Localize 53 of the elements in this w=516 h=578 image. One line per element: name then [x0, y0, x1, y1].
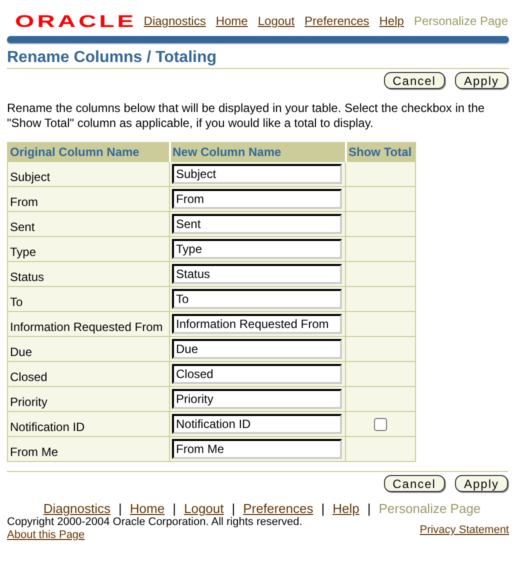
action-button[interactable]: Cancel	[384, 72, 445, 89]
nav-link[interactable]: Help	[379, 14, 404, 28]
column-header: Show Total	[346, 142, 416, 162]
nav-link[interactable]: Home	[216, 14, 248, 28]
column-name-field[interactable]: Due	[172, 339, 342, 359]
table-cell: Priority	[8, 386, 170, 412]
column-name-field[interactable]: To	[172, 289, 342, 309]
page-title: Rename Columns / Totaling	[7, 49, 218, 67]
table-cell: Due	[8, 336, 170, 362]
table-cell: To	[8, 286, 170, 312]
copyright-text: Copyright 2000-2004 Oracle Corporation. All rights reserved.	[7, 516, 302, 529]
column-name-field[interactable]: Sent	[172, 214, 342, 234]
action-button[interactable]: Cancel	[384, 475, 445, 492]
about-link[interactable]: About this Page	[7, 529, 85, 542]
table-cell: Type	[8, 236, 170, 262]
column-name-field[interactable]: Status	[172, 264, 342, 284]
footer-link[interactable]: Preferences	[243, 501, 314, 516]
logo: ORACLE	[15, 11, 136, 32]
action-button[interactable]: Apply	[454, 475, 508, 492]
column-name-field[interactable]: From	[172, 189, 342, 209]
action-button[interactable]: Apply	[454, 72, 508, 89]
separator: |	[232, 501, 236, 516]
table-cell: Status	[8, 262, 170, 286]
table-cell: Notification ID	[8, 412, 170, 436]
separator: |	[172, 501, 176, 516]
separator: |	[321, 501, 325, 516]
column-name-field[interactable]: Type	[172, 239, 342, 259]
column-name-field[interactable]: Closed	[172, 364, 342, 384]
instructions: Rename the columns below that will be displayed in your table. Select the checkbox in the "Show Total" column as applicable, if you would like a total to display.	[7, 101, 486, 131]
show-total-checkbox[interactable]	[374, 418, 387, 432]
nav-link[interactable]: Preferences	[304, 14, 370, 28]
footer-link[interactable]: Logout	[184, 501, 224, 516]
column-name-field[interactable]: Notification ID	[172, 414, 342, 434]
nav-link[interactable]: Diagnostics	[144, 14, 206, 28]
separator: |	[118, 501, 122, 516]
table-cell: From	[8, 186, 170, 212]
footer-link[interactable]: Diagnostics	[43, 501, 111, 516]
column-name-field[interactable]: Subject	[172, 164, 342, 184]
column-header: Original Column Name	[8, 142, 170, 162]
table-cell: Information Requested From	[8, 312, 170, 336]
table-cell: Sent	[8, 212, 170, 236]
separator: |	[367, 501, 371, 516]
table-cell: From Me	[8, 436, 170, 462]
column-name-field[interactable]: From Me	[172, 439, 342, 459]
footer-link[interactable]: Help	[332, 501, 360, 516]
column-header: New Column Name	[170, 142, 346, 162]
column-name-field[interactable]: Information Requested From	[172, 314, 342, 334]
nav-link[interactable]: Logout	[258, 14, 295, 28]
table-cell: Subject	[8, 162, 170, 186]
column-name-field[interactable]: Priority	[172, 389, 342, 409]
table-cell: Closed	[8, 362, 170, 386]
footer-link[interactable]: Home	[130, 501, 165, 516]
privacy-link[interactable]: Privacy Statement	[420, 524, 509, 536]
